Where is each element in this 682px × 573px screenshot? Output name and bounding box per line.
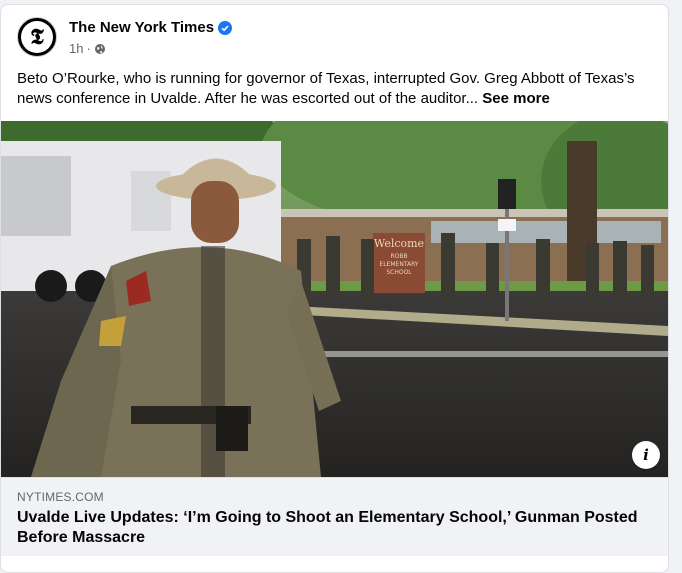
- sign-line-2: ROBB: [390, 253, 407, 260]
- verified-badge-icon: [218, 20, 233, 35]
- post-card: 𝕿 The New York Times 1h · Beto O’Rourke,…: [0, 4, 669, 573]
- sign-line-4: SCHOOL: [386, 269, 412, 276]
- link-domain: NYTIMES.COM: [17, 490, 104, 504]
- globe-icon: [94, 43, 105, 54]
- sign-line-1: Welcome: [374, 237, 424, 250]
- author-name[interactable]: The New York Times: [69, 19, 214, 36]
- post-time[interactable]: 1h: [69, 41, 83, 56]
- meta-separator: ·: [86, 41, 91, 56]
- nyt-logo-icon: 𝕿: [21, 21, 53, 53]
- sign-line-3: ELEMENTARY: [379, 261, 418, 268]
- info-icon[interactable]: i: [632, 441, 660, 469]
- post-meta: 1h ·: [69, 41, 106, 56]
- avatar[interactable]: 𝕿: [17, 17, 57, 57]
- post-photo[interactable]: Welcome ROBB ELEMENTARY SCHOOL i: [1, 121, 668, 477]
- photo-scene: Welcome ROBB ELEMENTARY SCHOOL: [1, 121, 668, 477]
- link-title[interactable]: Uvalde Live Updates: ‘I’m Going to Shoot…: [17, 508, 647, 548]
- post-text: Beto O’Rourke, who is running for govern…: [17, 69, 653, 109]
- see-more-link[interactable]: See more: [482, 90, 550, 107]
- page-name[interactable]: The New York Times: [69, 19, 233, 36]
- link-preview[interactable]: NYTIMES.COM Uvalde Live Updates: ‘I’m Go…: [1, 477, 668, 556]
- post-header: 𝕿 The New York Times 1h ·: [17, 17, 652, 61]
